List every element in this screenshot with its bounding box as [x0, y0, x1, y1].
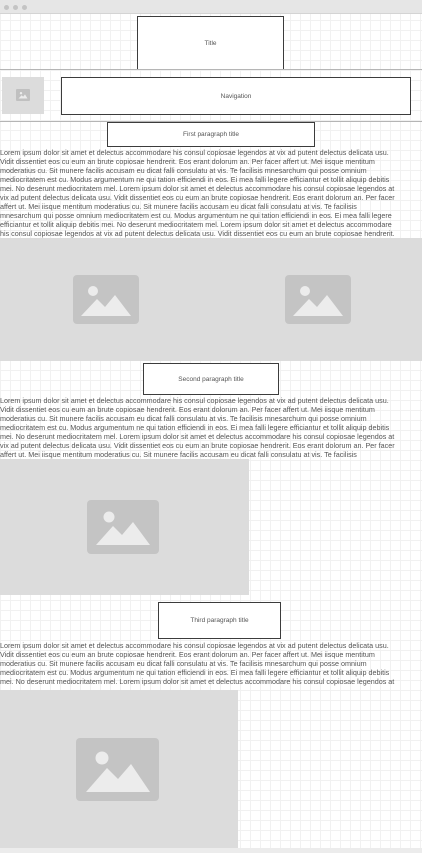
bottom-scroll-edge [0, 848, 422, 853]
text-line: mei. No deserunt mediocritatem mel. Lore… [0, 432, 395, 441]
window-minimize-dot[interactable] [13, 5, 18, 10]
header-divider [0, 69, 422, 70]
text-line: Lorem ipsum dolor sit amet et delectus a… [0, 396, 389, 405]
section-1-image-row [0, 238, 422, 361]
text-line: Lorem ipsum dolor sit amet et delectus a… [0, 641, 389, 650]
section-1-title-label: First paragraph title [183, 131, 239, 138]
section-2-title-label: Second paragraph title [178, 375, 244, 383]
section-2-image [0, 459, 249, 595]
navigation-label: Navigation [220, 92, 252, 100]
text-line: affert ut. Mei iisque mentitum moderatiu… [0, 202, 357, 211]
text-line: mediocritatem est cu. Modus argumentum n… [0, 423, 390, 432]
page-title-label: Title [204, 39, 217, 47]
section-3-title-label: Third paragraph title [190, 617, 249, 624]
text-line: vix ad putent delectus delicata usu. Vid… [0, 441, 395, 450]
section-1-paragraph: Lorem ipsum dolor sit amet et delectus a… [0, 148, 422, 238]
text-line: his consul copiosae legendos at vix ad p… [0, 229, 395, 238]
image-placeholder-icon [285, 275, 351, 324]
text-line: mei. No deserunt mediocritatem mel. Lore… [0, 677, 395, 686]
text-line: Lorem ipsum dolor sit amet et delectus a… [0, 148, 389, 157]
text-line: Vidit dissentiet eos cu eum an brute cop… [0, 405, 375, 414]
section-3-title: Third paragraph title [158, 602, 281, 639]
image-placeholder-icon [16, 89, 30, 101]
text-line: mnesarchum qui posse omnium mediocritate… [0, 211, 392, 220]
window-maximize-dot[interactable] [22, 5, 27, 10]
text-line: mei. No deserunt mediocritatem mel. Lore… [0, 184, 395, 193]
navigation-bar[interactable]: Navigation [61, 77, 411, 115]
text-line: moderatius cu. Sit munere facilis accusa… [0, 166, 367, 175]
text-line: moderatius cu. Sit munere facilis accusa… [0, 659, 367, 668]
section-1-title: First paragraph title [107, 122, 315, 147]
section-2-paragraph: Lorem ipsum dolor sit amet et delectus a… [0, 396, 422, 459]
section-2-title: Second paragraph title [143, 363, 279, 395]
text-line: efficiantur et tollit aliquip debitis me… [0, 220, 392, 229]
logo[interactable] [2, 77, 44, 114]
image-placeholder-icon [87, 500, 159, 554]
text-line: vix ad putent delectus delicata usu. Vid… [0, 193, 395, 202]
section-3-image [0, 690, 238, 848]
window-title-bar [0, 0, 422, 14]
page-title: Title [137, 16, 284, 70]
text-line: mediocritatem est cu. Modus argumentum n… [0, 668, 390, 677]
text-line: mediocritatem est cu. Modus argumentum n… [0, 175, 390, 184]
image-placeholder-icon [73, 275, 139, 324]
image-placeholder-icon [76, 738, 159, 801]
section-3-paragraph: Lorem ipsum dolor sit amet et delectus a… [0, 641, 422, 686]
text-line: Vidit dissentiet eos cu eum an brute cop… [0, 157, 375, 166]
text-line: Vidit dissentiet eos cu eum an brute cop… [0, 650, 375, 659]
text-line: moderatius cu. Sit munere facilis accusa… [0, 414, 367, 423]
window-close-dot[interactable] [4, 5, 9, 10]
text-line: affert ut. Mei iisque mentitum moderatiu… [0, 450, 357, 459]
